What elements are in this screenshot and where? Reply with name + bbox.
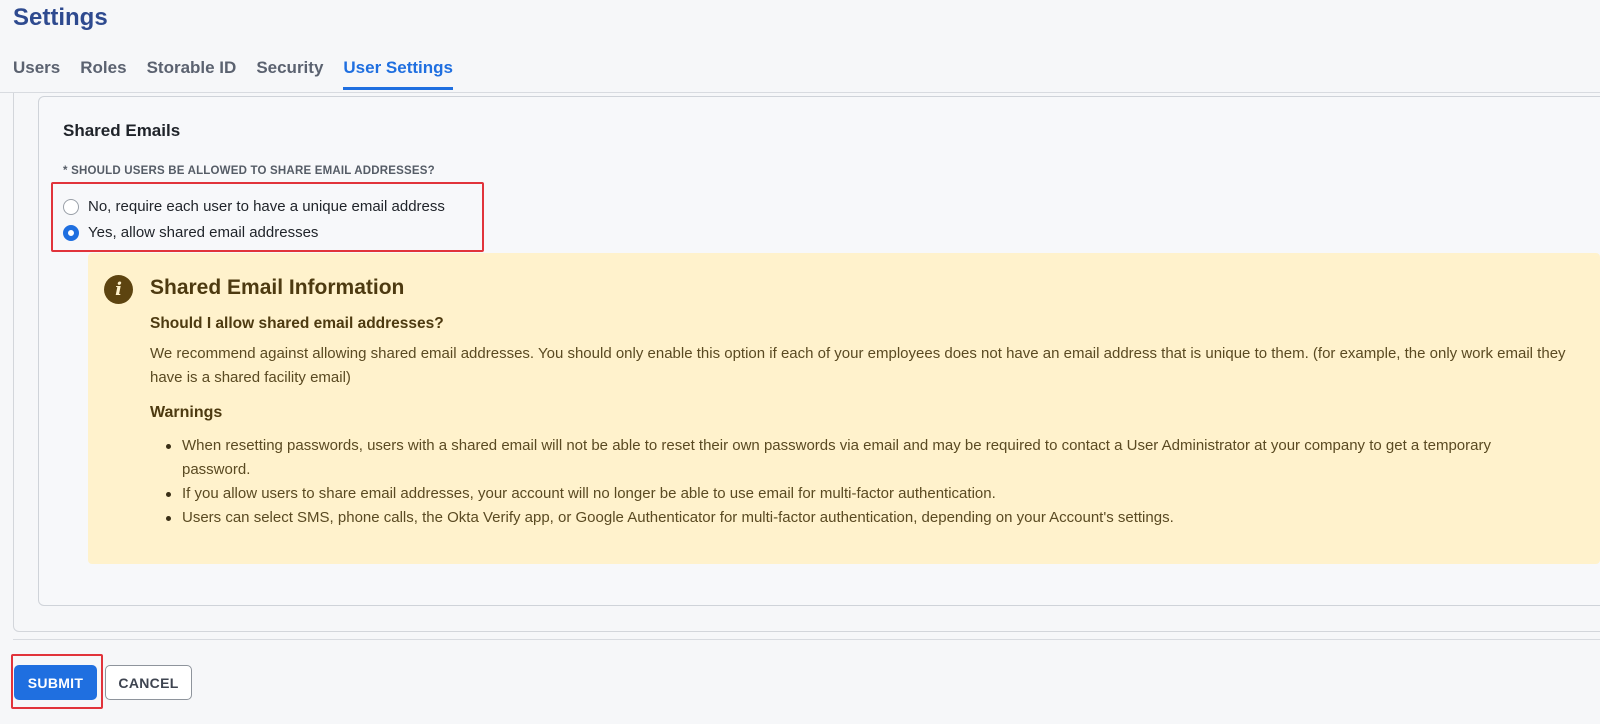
radio-checked-icon[interactable] xyxy=(63,224,79,241)
info-text: We recommend against allowing shared ema… xyxy=(150,345,1566,386)
page-title: Settings xyxy=(13,4,108,31)
radio-option-label: No, require each user to have a unique e… xyxy=(88,198,445,215)
radio-option-unique-email[interactable]: No, require each user to have a unique e… xyxy=(63,198,445,215)
submit-button[interactable]: SUBMIT xyxy=(14,665,97,700)
warning-item: When resetting passwords, users with a s… xyxy=(160,434,1560,482)
footer-divider xyxy=(13,639,1600,640)
radio-option-label: Yes, allow shared email addresses xyxy=(88,224,319,241)
warnings-title: Warnings xyxy=(150,404,223,421)
info-title: Shared Email Information xyxy=(150,276,405,299)
cancel-button[interactable]: CANCEL xyxy=(105,665,192,700)
radio-group-highlight xyxy=(51,182,484,252)
tab-users[interactable]: Users xyxy=(13,58,60,90)
tab-storable-id[interactable]: Storable ID xyxy=(147,58,237,90)
radio-option-shared-email[interactable]: Yes, allow shared email addresses xyxy=(63,224,318,241)
warnings-list: When resetting passwords, users with a s… xyxy=(160,434,1560,530)
section-title: Shared Emails xyxy=(63,121,181,140)
tab-roles[interactable]: Roles xyxy=(80,58,126,90)
info-question: Should I allow shared email addresses? xyxy=(150,315,444,332)
share-email-question-label: * SHOULD USERS BE ALLOWED TO SHARE EMAIL… xyxy=(63,165,435,177)
settings-tabs: Users Roles Storable ID Security User Se… xyxy=(13,58,473,90)
radio-unchecked-icon[interactable] xyxy=(63,198,79,215)
tab-user-settings[interactable]: User Settings xyxy=(343,58,453,90)
tab-security[interactable]: Security xyxy=(256,58,323,90)
warning-item: Users can select SMS, phone calls, the O… xyxy=(160,506,1560,530)
warning-item: If you allow users to share email addres… xyxy=(160,482,1560,506)
info-icon: i xyxy=(104,275,133,304)
